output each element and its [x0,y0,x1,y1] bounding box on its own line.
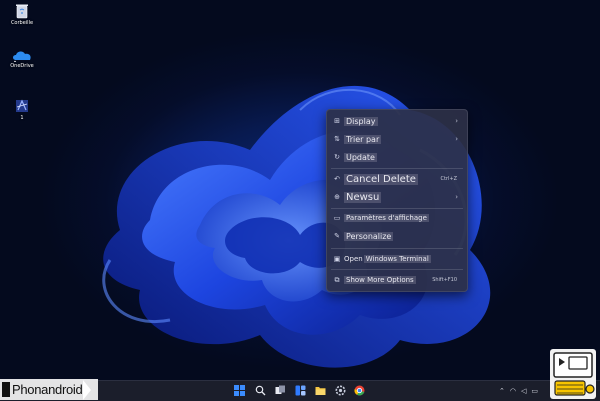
system-tray: ⌃ ◠ ◁ ▭ [499,385,538,397]
desktop-context-menu: ⊞ Display › ⇅ Trier par › ↻ Update ↶ Can… [326,109,468,292]
watermark-tab-shape [83,379,92,400]
menu-item-cancel-delete[interactable]: ↶ Cancel Delete Ctrl+Z [330,172,464,186]
desktop-icon-onedrive[interactable]: OneDrive [2,48,42,70]
task-view-icon[interactable] [275,385,286,396]
menu-item-label: Cancel Delete [344,173,418,185]
menu-item-new[interactable]: ⊕ Newsu › [330,190,464,204]
menu-item-show-more-options[interactable]: ⧉ Show More Options Shift+F10 [330,273,464,287]
menu-separator [331,208,463,209]
refresh-icon: ↻ [334,153,340,161]
menu-item-label: Personalize [344,231,394,241]
chevron-up-icon[interactable]: ⌃ [499,387,505,395]
menu-item-sort[interactable]: ⇅ Trier par › [330,132,464,146]
menu-item-open-terminal[interactable]: ▣ Open Windows Terminal [330,252,464,266]
desktop-icon-shortcut[interactable]: 1 [2,98,42,122]
battery-icon[interactable]: ▭ [531,387,538,395]
watermark-text: Phonandroid [12,382,83,397]
start-icon[interactable] [234,385,245,396]
menu-item-label: Windows Terminal [363,255,431,263]
phonandroid-watermark: Phonandroid [0,379,98,400]
settings-icon[interactable] [335,385,346,396]
onedrive-icon [13,51,31,62]
widgets-icon[interactable] [295,385,306,396]
sort-icon: ⇅ [334,135,340,143]
app-shortcut-icon [16,99,28,112]
new-icon: ⊕ [334,193,340,201]
volume-icon[interactable]: ◁ [521,387,526,395]
chrome-icon[interactable] [354,385,365,396]
desktop-icon-label: Corbeille [10,20,34,26]
menu-item-label: Paramètres d'affichage [344,214,429,222]
undo-icon: ↶ [334,175,340,183]
chevron-right-icon: › [455,193,458,201]
more-options-icon: ⧉ [334,275,340,284]
grid-view-icon: ⊞ [334,117,340,125]
recycle-bin-icon [16,4,28,19]
display-settings-icon: ▭ [333,214,341,222]
menu-separator [331,248,463,249]
desktop-icon-recycle-bin[interactable]: Corbeille [2,3,42,27]
menu-item-shortcut: Shift+F10 [432,277,457,283]
menu-item-label: Update [344,152,377,162]
menu-item-update[interactable]: ↻ Update [330,150,464,164]
search-icon[interactable] [255,385,266,396]
desktop-icon-label: OneDrive [10,63,34,69]
menu-item-shortcut: Ctrl+Z [440,176,457,182]
menu-item-display-settings[interactable]: ▭ Paramètres d'affichage [330,211,464,225]
menu-item-prefix: Open [344,255,363,263]
phonandroid-keyboard-logo-icon [550,349,596,399]
menu-separator [331,269,463,270]
desktop[interactable]: Corbeille OneDrive 1 ⊞ Display › ⇅ Trier… [0,0,600,380]
menu-item-label: Show More Options [344,276,416,284]
menu-item-personalize[interactable]: ✎ Personalize [330,229,464,243]
menu-separator [331,168,463,169]
chevron-right-icon: › [455,135,458,143]
menu-item-label: Newsu [344,191,382,203]
paintbrush-icon: ✎ [334,232,340,240]
menu-item-label: Trier par [344,134,382,144]
file-explorer-icon[interactable] [315,385,326,396]
menu-item-label: Display [344,116,378,126]
chevron-right-icon: › [455,117,458,125]
phonandroid-logo-mark [2,382,10,397]
desktop-icon-label: 1 [20,115,24,121]
menu-item-display[interactable]: ⊞ Display › [330,114,464,128]
windows-bloom-wallpaper [102,85,491,368]
wifi-icon[interactable]: ◠ [510,387,516,395]
terminal-icon: ▣ [333,255,341,263]
